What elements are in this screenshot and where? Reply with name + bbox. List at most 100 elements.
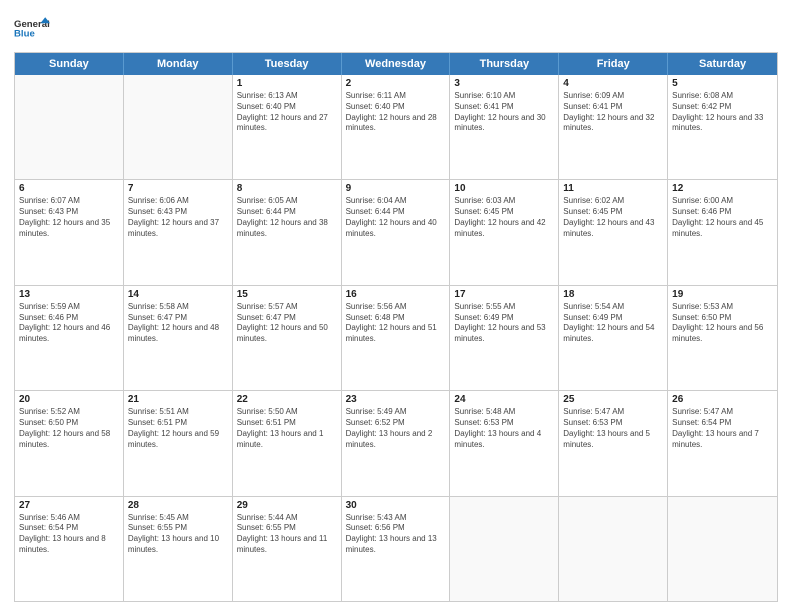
empty-cell [450,497,559,601]
day-info: Sunrise: 6:08 AM Sunset: 6:42 PM Dayligh… [672,91,773,134]
day-info: Sunrise: 5:50 AM Sunset: 6:51 PM Dayligh… [237,407,337,450]
day-cell-14: 14 Sunrise: 5:58 AM Sunset: 6:47 PM Dayli… [124,286,233,390]
weekday-header-wednesday: Wednesday [342,53,451,75]
day-cell-15: 15 Sunrise: 5:57 AM Sunset: 6:47 PM Dayli… [233,286,342,390]
day-number: 1 [237,78,337,89]
calendar-row-2: 6 Sunrise: 6:07 AM Sunset: 6:43 PM Daylig… [15,180,777,285]
svg-text:Blue: Blue [14,28,35,39]
calendar-header-row: SundayMondayTuesdayWednesdayThursdayFrid… [15,53,777,75]
day-cell-12: 12 Sunrise: 6:00 AM Sunset: 6:46 PM Dayli… [668,180,777,284]
day-number: 24 [454,394,554,405]
day-info: Sunrise: 6:04 AM Sunset: 6:44 PM Dayligh… [346,196,446,239]
day-info: Sunrise: 6:10 AM Sunset: 6:41 PM Dayligh… [454,91,554,134]
weekday-header-sunday: Sunday [15,53,124,75]
day-cell-1: 1 Sunrise: 6:13 AM Sunset: 6:40 PM Daylig… [233,75,342,179]
day-number: 16 [346,289,446,300]
day-cell-21: 21Sunrise: 5:51 AM Sunset: 6:51 PM Dayli… [124,391,233,495]
day-number: 2 [346,78,446,89]
day-number: 17 [454,289,554,300]
day-number: 26 [672,394,773,405]
weekday-header-saturday: Saturday [668,53,777,75]
day-cell-10: 10 Sunrise: 6:03 AM Sunset: 6:45 PM Dayli… [450,180,559,284]
day-number: 12 [672,183,773,194]
day-info: Sunrise: 5:45 AM Sunset: 6:55 PM Dayligh… [128,513,228,556]
day-number: 25 [563,394,663,405]
logo-svg: General Blue [14,10,50,46]
day-info: Sunrise: 5:44 AM Sunset: 6:55 PM Dayligh… [237,513,337,556]
day-cell-9: 9 Sunrise: 6:04 AM Sunset: 6:44 PM Daylig… [342,180,451,284]
day-cell-26: 26 Sunrise: 5:47 AM Sunset: 6:54 PM Dayli… [668,391,777,495]
day-info: Sunrise: 6:06 AM Sunset: 6:43 PM Dayligh… [128,196,228,239]
day-info: Sunrise: 5:48 AM Sunset: 6:53 PM Dayligh… [454,407,554,450]
day-cell-16: 16 Sunrise: 5:56 AM Sunset: 6:48 PM Dayli… [342,286,451,390]
weekday-header-monday: Monday [124,53,233,75]
day-info: Sunrise: 6:03 AM Sunset: 6:45 PM Dayligh… [454,196,554,239]
day-number: 28 [128,500,228,511]
day-cell-7: 7 Sunrise: 6:06 AM Sunset: 6:43 PM Daylig… [124,180,233,284]
day-cell-29: 29 Sunrise: 5:44 AM Sunset: 6:55 PM Dayli… [233,497,342,601]
weekday-header-tuesday: Tuesday [233,53,342,75]
day-number: 13 [19,289,119,300]
day-cell-13: 13 Sunrise: 5:59 AM Sunset: 6:46 PM Dayli… [15,286,124,390]
day-cell-3: 3Sunrise: 6:10 AM Sunset: 6:41 PM Daylig… [450,75,559,179]
weekday-header-friday: Friday [559,53,668,75]
calendar: SundayMondayTuesdayWednesdayThursdayFrid… [14,52,778,602]
day-info: Sunrise: 5:56 AM Sunset: 6:48 PM Dayligh… [346,302,446,345]
day-info: Sunrise: 5:58 AM Sunset: 6:47 PM Dayligh… [128,302,228,345]
day-number: 9 [346,183,446,194]
day-cell-25: 25 Sunrise: 5:47 AM Sunset: 6:53 PM Dayli… [559,391,668,495]
day-cell-28: 28 Sunrise: 5:45 AM Sunset: 6:55 PM Dayli… [124,497,233,601]
day-cell-6: 6 Sunrise: 6:07 AM Sunset: 6:43 PM Daylig… [15,180,124,284]
calendar-body: 1 Sunrise: 6:13 AM Sunset: 6:40 PM Daylig… [15,75,777,601]
day-number: 29 [237,500,337,511]
day-info: Sunrise: 6:00 AM Sunset: 6:46 PM Dayligh… [672,196,773,239]
empty-cell [124,75,233,179]
day-cell-11: 11Sunrise: 6:02 AM Sunset: 6:45 PM Dayli… [559,180,668,284]
day-info: Sunrise: 5:52 AM Sunset: 6:50 PM Dayligh… [19,407,119,450]
day-number: 6 [19,183,119,194]
day-info: Sunrise: 5:49 AM Sunset: 6:52 PM Dayligh… [346,407,446,450]
calendar-row-4: 20Sunrise: 5:52 AM Sunset: 6:50 PM Dayli… [15,391,777,496]
day-cell-4: 4Sunrise: 6:09 AM Sunset: 6:41 PM Daylig… [559,75,668,179]
day-info: Sunrise: 5:59 AM Sunset: 6:46 PM Dayligh… [19,302,119,345]
day-cell-24: 24 Sunrise: 5:48 AM Sunset: 6:53 PM Dayli… [450,391,559,495]
day-info: Sunrise: 6:11 AM Sunset: 6:40 PM Dayligh… [346,91,446,134]
logo: General Blue [14,10,50,46]
day-info: Sunrise: 5:54 AM Sunset: 6:49 PM Dayligh… [563,302,663,345]
empty-cell [668,497,777,601]
page: General Blue SundayMondayTuesdayWednesda… [0,0,792,612]
day-info: Sunrise: 6:13 AM Sunset: 6:40 PM Dayligh… [237,91,337,134]
day-number: 22 [237,394,337,405]
calendar-row-3: 13 Sunrise: 5:59 AM Sunset: 6:46 PM Dayli… [15,286,777,391]
day-cell-5: 5 Sunrise: 6:08 AM Sunset: 6:42 PM Daylig… [668,75,777,179]
day-info: Sunrise: 5:47 AM Sunset: 6:53 PM Dayligh… [563,407,663,450]
day-number: 14 [128,289,228,300]
day-info: Sunrise: 5:57 AM Sunset: 6:47 PM Dayligh… [237,302,337,345]
day-info: Sunrise: 6:07 AM Sunset: 6:43 PM Dayligh… [19,196,119,239]
day-number: 21 [128,394,228,405]
day-number: 8 [237,183,337,194]
header: General Blue [14,10,778,46]
calendar-row-1: 1 Sunrise: 6:13 AM Sunset: 6:40 PM Daylig… [15,75,777,180]
day-number: 10 [454,183,554,194]
empty-cell [559,497,668,601]
day-info: Sunrise: 5:53 AM Sunset: 6:50 PM Dayligh… [672,302,773,345]
day-number: 19 [672,289,773,300]
day-cell-27: 27Sunrise: 5:46 AM Sunset: 6:54 PM Dayli… [15,497,124,601]
day-cell-30: 30Sunrise: 5:43 AM Sunset: 6:56 PM Dayli… [342,497,451,601]
day-info: Sunrise: 6:05 AM Sunset: 6:44 PM Dayligh… [237,196,337,239]
day-number: 15 [237,289,337,300]
day-cell-17: 17Sunrise: 5:55 AM Sunset: 6:49 PM Dayli… [450,286,559,390]
day-cell-20: 20Sunrise: 5:52 AM Sunset: 6:50 PM Dayli… [15,391,124,495]
day-cell-8: 8 Sunrise: 6:05 AM Sunset: 6:44 PM Daylig… [233,180,342,284]
day-info: Sunrise: 5:47 AM Sunset: 6:54 PM Dayligh… [672,407,773,450]
day-info: Sunrise: 5:46 AM Sunset: 6:54 PM Dayligh… [19,513,119,556]
day-cell-18: 18Sunrise: 5:54 AM Sunset: 6:49 PM Dayli… [559,286,668,390]
day-info: Sunrise: 6:09 AM Sunset: 6:41 PM Dayligh… [563,91,663,134]
day-number: 23 [346,394,446,405]
day-info: Sunrise: 5:43 AM Sunset: 6:56 PM Dayligh… [346,513,446,556]
day-cell-19: 19 Sunrise: 5:53 AM Sunset: 6:50 PM Dayli… [668,286,777,390]
day-cell-22: 22 Sunrise: 5:50 AM Sunset: 6:51 PM Dayli… [233,391,342,495]
day-number: 5 [672,78,773,89]
day-number: 7 [128,183,228,194]
